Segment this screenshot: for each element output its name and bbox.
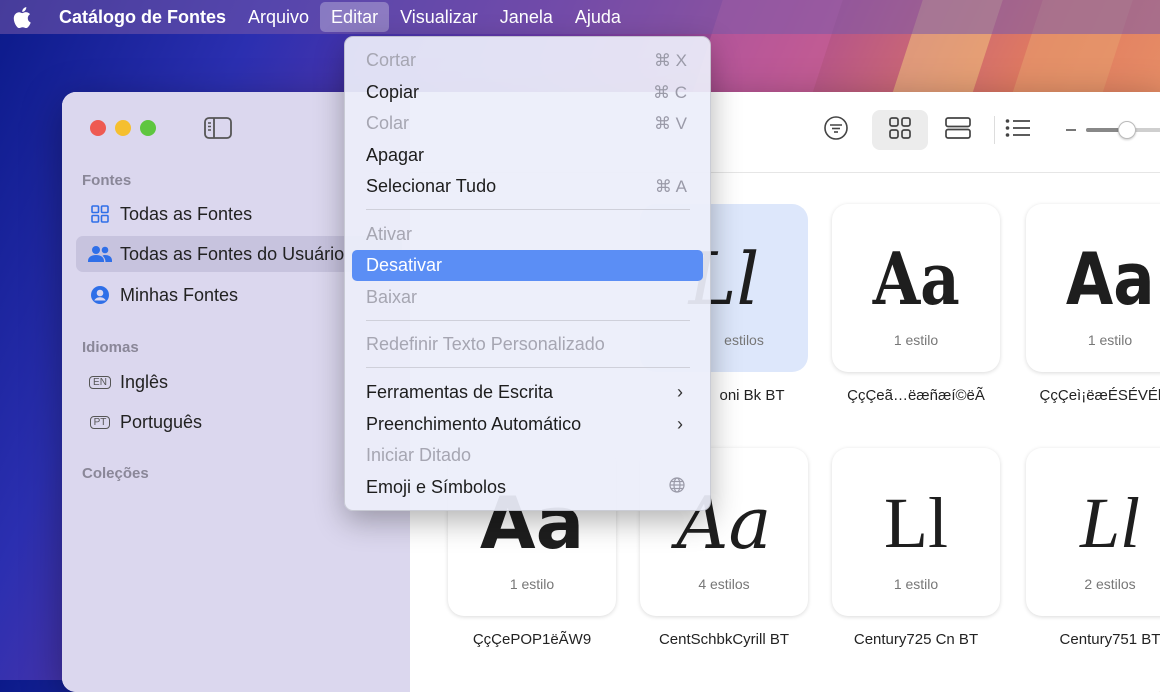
menu-arquivo[interactable]: Arquivo (237, 2, 320, 32)
menu-visualizar[interactable]: Visualizar (389, 2, 489, 32)
menu-item-deactivate[interactable]: Desativar (352, 250, 703, 281)
font-preview: Ll (884, 483, 948, 563)
close-window-button[interactable] (90, 120, 106, 136)
font-style-count: 1 estilo (509, 576, 555, 592)
list-view-button[interactable] (990, 110, 1046, 150)
menu-item-emoji-symbols[interactable]: Emoji e Símbolos (352, 472, 703, 503)
menu-separator (366, 320, 690, 321)
person-circle-icon (88, 283, 112, 307)
font-preview: Ll (1079, 483, 1141, 563)
users-icon (88, 242, 112, 266)
apple-logo-icon[interactable] (0, 6, 44, 28)
font-name: ÇçÇeã…ëæñæí©ëÃ (847, 387, 985, 404)
menu-item-cut[interactable]: Cortar ⌘ X (352, 45, 703, 76)
section-languages-heading: Idiomas (82, 339, 139, 356)
window-controls (90, 120, 156, 136)
zoom-slider[interactable] (1086, 121, 1160, 139)
font-style-count: 1 estilo (893, 332, 939, 348)
grid-icon (88, 202, 112, 226)
zoom-window-button[interactable] (140, 120, 156, 136)
globe-icon (669, 477, 703, 498)
chevron-right-icon: › (677, 414, 683, 434)
font-name: ÇçÇeì¡ëæÉSÉVÉb Ã (1039, 387, 1160, 404)
font-card[interactable]: Aa 1 estilo (1026, 204, 1160, 372)
sidebar-toggle-icon[interactable] (204, 117, 232, 139)
filter-button[interactable] (808, 110, 864, 150)
menu-item-autofill[interactable]: Preenchimento Automático › (352, 409, 703, 440)
grid-view-icon (889, 116, 911, 144)
list-view-icon (1005, 118, 1031, 143)
menu-separator (366, 367, 690, 368)
font-card[interactable]: Aa 1 estilo (832, 204, 1000, 372)
strip-view-icon (945, 116, 971, 144)
menu-item-download[interactable]: Baixar (352, 282, 703, 313)
zoom-out-icon[interactable] (1066, 129, 1076, 131)
sidebar-item-label: Minhas Fontes (120, 284, 239, 305)
strip-view-button[interactable] (930, 110, 986, 150)
font-style-count: 4 estilos (698, 576, 750, 592)
menu-item-reset-custom-text[interactable]: Redefinir Texto Personalizado (352, 329, 703, 360)
sidebar-item-label: Inglês (120, 371, 169, 392)
filter-icon (823, 115, 849, 146)
menu-item-copy[interactable]: Copiar ⌘ C (352, 77, 703, 108)
grid-view-button[interactable] (872, 110, 928, 150)
sidebar-item-label: Todas as Fontes do Usuário (120, 243, 345, 264)
menu-item-select-all[interactable]: Selecionar Tudo ⌘ A (352, 171, 703, 202)
menu-separator (366, 209, 690, 210)
font-name: ÇçÇePOP1ëÃW9 (472, 631, 592, 648)
font-name: CentSchbkCyrill BT (658, 631, 790, 648)
section-collections-heading: Coleções (82, 465, 149, 482)
font-style-count: 2 estilos (1084, 576, 1136, 592)
menu-janela[interactable]: Janela (489, 2, 564, 32)
menu-item-paste[interactable]: Colar ⌘ V (352, 108, 703, 139)
menu-item-delete[interactable]: Apagar (352, 140, 703, 171)
menu-bar: Catálogo de Fontes Arquivo Editar Visual… (0, 0, 1160, 34)
menu-editar[interactable]: Editar (320, 2, 390, 32)
font-preview: Aa (872, 236, 960, 321)
font-style-count: 1 estilo (1087, 332, 1133, 348)
menu-ajuda[interactable]: Ajuda (564, 2, 632, 32)
sidebar-item-label: Todas as Fontes (120, 203, 253, 224)
minimize-window-button[interactable] (115, 120, 131, 136)
chevron-right-icon: › (677, 382, 683, 402)
menu-item-writing-tools[interactable]: Ferramentas de Escrita › (352, 377, 703, 408)
font-card[interactable]: Ll 2 estilos (1026, 448, 1160, 616)
font-name: Century751 BT (1059, 631, 1160, 648)
font-preview: Aa (1065, 237, 1155, 321)
zoom-slider-knob[interactable] (1118, 121, 1136, 139)
font-card[interactable]: Ll 1 estilo (832, 448, 1000, 616)
menu-app-name[interactable]: Catálogo de Fontes (48, 2, 237, 32)
language-badge-icon: EN (88, 370, 112, 394)
sidebar-item-label: Português (120, 411, 203, 432)
section-fonts-heading: Fontes (82, 172, 132, 189)
edit-menu: Cortar ⌘ X Copiar ⌘ C Colar ⌘ V Apagar Sele… (344, 36, 711, 511)
menu-item-start-dictation[interactable]: Iniciar Ditado (352, 440, 703, 471)
font-name: Century725 Cn BT (853, 631, 979, 648)
menu-item-activate[interactable]: Ativar (352, 219, 703, 250)
font-style-count: 1 estilo (893, 576, 939, 592)
language-badge-icon: PT (88, 410, 112, 434)
